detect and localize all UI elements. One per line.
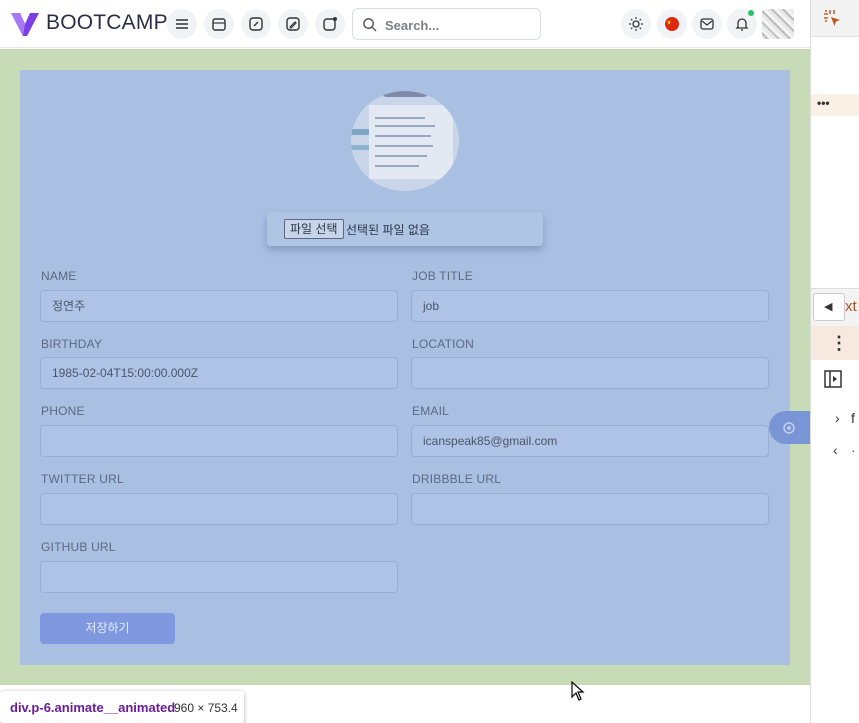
top-header: BOOTCAMP bbox=[0, 0, 810, 48]
search-box[interactable] bbox=[352, 8, 541, 40]
menu-icon bbox=[176, 19, 188, 29]
notifications-button[interactable] bbox=[727, 9, 757, 39]
bootcamp-logo-icon[interactable] bbox=[10, 10, 40, 38]
phone-input[interactable] bbox=[40, 425, 398, 457]
pencil-icon bbox=[286, 17, 300, 31]
twitter-url-label: TWITTER URL bbox=[41, 472, 124, 486]
mail-icon bbox=[700, 18, 714, 30]
triangle-left-icon: ◀ bbox=[824, 301, 833, 313]
language-button[interactable] bbox=[657, 9, 687, 39]
search-input[interactable] bbox=[383, 14, 537, 36]
dribbble-url-input[interactable] bbox=[411, 493, 769, 525]
target-icon bbox=[783, 421, 795, 434]
expand-caret-icon[interactable]: › bbox=[835, 410, 840, 426]
notification-dot bbox=[748, 10, 754, 16]
calendar-icon bbox=[212, 18, 226, 31]
user-avatar[interactable] bbox=[762, 9, 794, 39]
email-label: EMAIL bbox=[412, 404, 450, 418]
dribbble-url-label: DRIBBBLE URL bbox=[412, 472, 502, 486]
file-upload-control[interactable]: 파일 선택 선택된 파일 없음 bbox=[267, 212, 543, 246]
name-input[interactable]: 정연주 bbox=[40, 290, 398, 322]
location-input[interactable] bbox=[411, 357, 769, 389]
job-title-input[interactable]: job bbox=[411, 290, 769, 322]
devtools-node-text: f bbox=[851, 410, 855, 426]
name-label: NAME bbox=[41, 269, 77, 283]
devtools-tab-label[interactable]: xt bbox=[845, 298, 857, 315]
mouse-cursor-icon bbox=[571, 681, 585, 701]
toggle-sidebar-icon[interactable] bbox=[823, 369, 843, 389]
menu-button[interactable] bbox=[167, 9, 197, 39]
save-button[interactable]: 저장하기 bbox=[40, 613, 175, 644]
collapse-button[interactable]: ◀ bbox=[813, 293, 845, 321]
sun-icon bbox=[629, 17, 643, 31]
location-label: LOCATION bbox=[412, 337, 475, 351]
settings-toggle-button[interactable] bbox=[769, 411, 810, 444]
theme-toggle-button[interactable] bbox=[621, 9, 651, 39]
job-title-label: JOB TITLE bbox=[412, 269, 473, 283]
calendar-button[interactable] bbox=[204, 9, 234, 39]
github-url-input[interactable] bbox=[40, 561, 398, 593]
mail-button[interactable] bbox=[692, 9, 722, 39]
pencil-button[interactable] bbox=[278, 9, 308, 39]
edit-button[interactable] bbox=[241, 9, 271, 39]
email-input[interactable]: icanspeak85@gmail.com bbox=[411, 425, 769, 457]
choose-file-button[interactable]: 파일 선택 bbox=[284, 219, 344, 239]
refresh-icon bbox=[323, 17, 337, 31]
github-url-label: GITHUB URL bbox=[41, 540, 116, 554]
brand-name[interactable]: BOOTCAMP bbox=[46, 11, 168, 35]
file-status-text: 선택된 파일 없음 bbox=[346, 223, 430, 237]
birthday-label: BIRTHDAY bbox=[41, 337, 103, 351]
edit-icon bbox=[249, 17, 263, 31]
search-icon bbox=[363, 18, 377, 32]
devtools-panel: ••• ◀ xt ⋮ › f ‹ · bbox=[810, 0, 859, 723]
phone-label: PHONE bbox=[41, 404, 85, 418]
inspect-element-icon[interactable] bbox=[823, 9, 843, 29]
bell-icon bbox=[735, 18, 749, 31]
flag-icon bbox=[665, 17, 679, 31]
kebab-menu-icon[interactable]: ⋮ bbox=[830, 329, 848, 357]
profile-image bbox=[351, 91, 459, 191]
element-inspector-tooltip: div.p-6.animate__animated 960 × 753.4 bbox=[0, 691, 244, 723]
twitter-url-input[interactable] bbox=[40, 493, 398, 525]
devtools-return-text: · bbox=[851, 442, 856, 458]
inspected-element-size: 960 × 753.4 bbox=[174, 701, 238, 715]
birthday-input[interactable]: 1985-02-04T15:00:00.000Z bbox=[40, 357, 398, 389]
more-dots[interactable]: ••• bbox=[817, 96, 830, 110]
return-arrow-icon: ‹ bbox=[833, 442, 838, 458]
inspected-element-name: div.p-6.animate__animated bbox=[10, 700, 176, 715]
refresh-button[interactable] bbox=[315, 9, 345, 39]
